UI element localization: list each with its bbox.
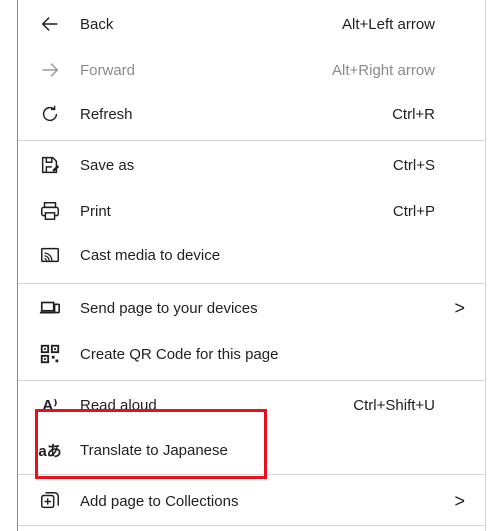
menu-item-shortcut: Ctrl+R [392, 105, 435, 123]
menu-item-label: Read aloud [80, 396, 157, 414]
forward-arrow-icon [38, 58, 62, 82]
menu-item-back[interactable]: Back Alt+Left arrow [18, 2, 485, 46]
chevron-right-icon: > [454, 490, 465, 511]
back-arrow-icon [38, 12, 62, 36]
menu-item-label: Print [80, 202, 111, 220]
menu-item-label: Send page to your devices [80, 299, 258, 317]
separator [18, 525, 485, 526]
read-aloud-icon: A⁾ [42, 397, 58, 414]
menu-item-label: Translate to Japanese [80, 441, 228, 459]
menu-item-label: Add page to Collections [80, 492, 239, 510]
devices-icon [38, 296, 62, 320]
menu-item-add-to-collections[interactable]: Add page to Collections > [18, 479, 485, 523]
menu-item-print[interactable]: Print Ctrl+P [18, 189, 485, 233]
separator [18, 380, 485, 381]
menu-item-forward[interactable]: Forward Alt+Right arrow [18, 48, 485, 92]
menu-item-read-aloud[interactable]: A⁾ Read aloud Ctrl+Shift+U [18, 383, 485, 427]
refresh-icon [38, 102, 62, 126]
menu-item-label: Save as [80, 156, 135, 174]
menu-item-refresh[interactable]: Refresh Ctrl+R [18, 92, 485, 136]
menu-item-cast-media[interactable]: Cast media to device [18, 233, 485, 277]
translate-icon: aあ [38, 442, 62, 460]
menu-item-shortcut: Ctrl+Shift+U [353, 396, 435, 414]
menu-item-label: Refresh [80, 105, 133, 123]
printer-icon [38, 199, 62, 223]
collections-add-icon [38, 489, 62, 513]
separator [18, 283, 485, 284]
context-menu: Back Alt+Left arrow Forward Alt+Right ar… [17, 0, 486, 531]
menu-item-label: Cast media to device [80, 246, 221, 264]
chevron-right-icon: > [454, 297, 465, 318]
menu-item-send-page[interactable]: Send page to your devices > [18, 286, 485, 330]
menu-item-save-as[interactable]: Save as Ctrl+S [18, 143, 485, 187]
menu-item-label: Create QR Code for this page [80, 345, 279, 363]
cast-icon [38, 243, 62, 267]
qr-code-icon [38, 342, 62, 366]
menu-item-label: Back [80, 15, 114, 33]
menu-item-shortcut: Ctrl+P [392, 202, 435, 220]
separator [18, 474, 485, 475]
menu-item-shortcut: Alt+Left arrow [342, 15, 435, 33]
menu-item-translate[interactable]: aあ Translate to Japanese [18, 428, 485, 472]
menu-item-shortcut: Alt+Right arrow [332, 61, 435, 79]
save-as-icon [38, 153, 62, 177]
separator [18, 140, 485, 141]
menu-item-qr-code[interactable]: Create QR Code for this page [18, 332, 485, 376]
menu-item-shortcut: Ctrl+S [392, 156, 435, 174]
menu-item-label: Forward [80, 61, 136, 79]
